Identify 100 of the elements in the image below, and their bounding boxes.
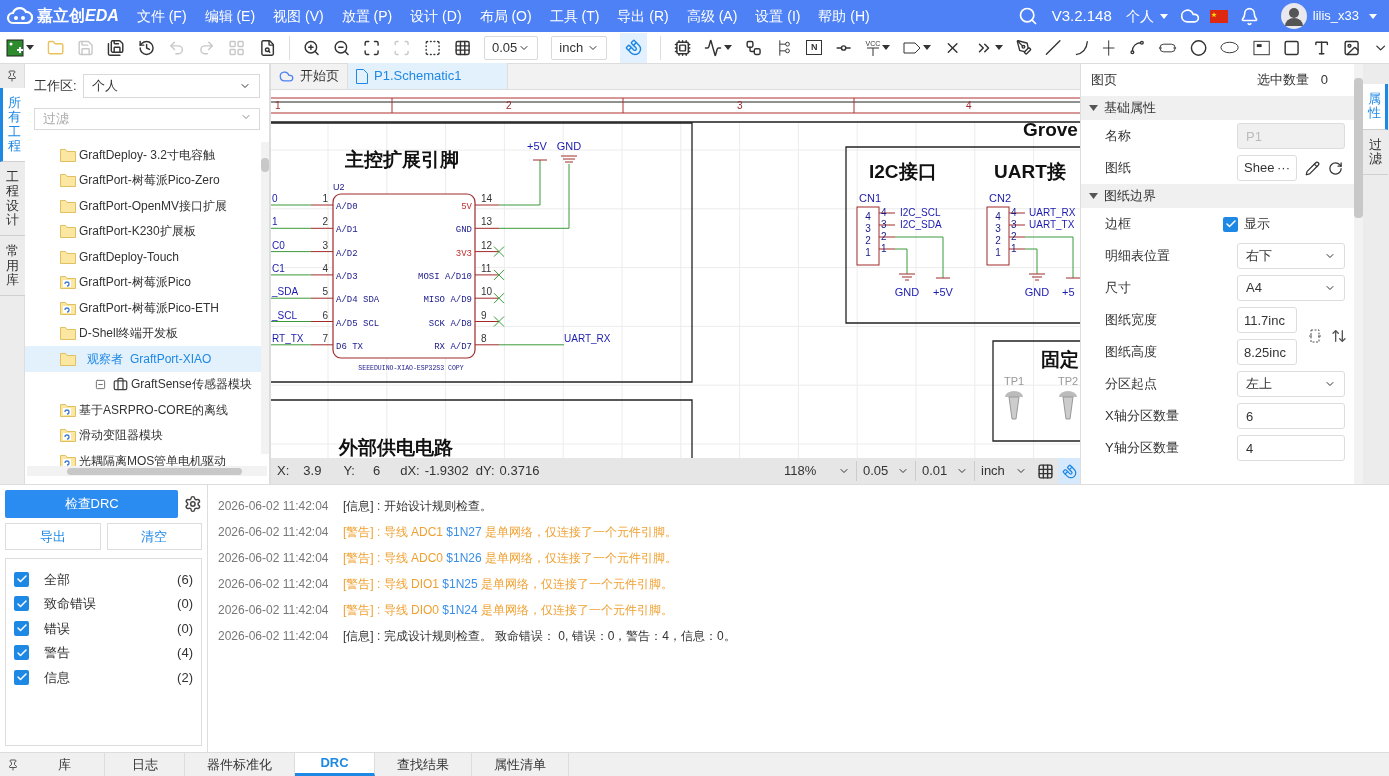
- vertical-scrollbar[interactable]: [261, 142, 269, 454]
- rectangle-icon[interactable]: [1282, 38, 1301, 57]
- project-tree-item[interactable]: GraftDeploy- 3.2寸电容触: [25, 142, 261, 168]
- side-tab[interactable]: 所有工程: [0, 88, 25, 163]
- workspace-dropdown[interactable]: 个人: [1125, 5, 1168, 27]
- checkbox[interactable]: [1223, 216, 1238, 232]
- menu-item[interactable]: 文件 (F): [128, 0, 195, 32]
- panel-tab[interactable]: DRC: [295, 753, 375, 776]
- project-tree-item[interactable]: GraftPort-OpenMV接口扩展: [25, 193, 261, 219]
- vertical-scrollbar[interactable]: [1354, 64, 1363, 484]
- grid-toggle-icon[interactable]: [1037, 462, 1054, 480]
- grid-size-select[interactable]: 0.05: [857, 461, 915, 481]
- cross-icon[interactable]: [1102, 38, 1116, 57]
- pin-icon[interactable]: [6, 758, 19, 771]
- swap-icon[interactable]: [1331, 328, 1347, 344]
- horizontal-scrollbar[interactable]: [27, 466, 267, 476]
- checkbox[interactable]: [14, 620, 29, 636]
- text-field[interactable]: 11.7inc: [1237, 307, 1297, 333]
- unit-select[interactable]: inch: [551, 35, 608, 60]
- project-tree-item[interactable]: GraftSense传感器模块: [25, 371, 261, 397]
- line-icon[interactable]: [1044, 39, 1062, 56]
- zoom-in-icon[interactable]: [302, 38, 320, 57]
- collapse-icon[interactable]: [95, 378, 106, 390]
- export-button[interactable]: 导出: [5, 523, 101, 550]
- unit-select[interactable]: inch: [975, 461, 1033, 481]
- panel-tab[interactable]: 日志: [105, 753, 185, 776]
- side-tab[interactable]: 工程设计: [0, 162, 25, 237]
- project-tree-item[interactable]: 滑动变阻器模块: [25, 422, 261, 448]
- image-icon[interactable]: [1343, 38, 1361, 57]
- history-icon[interactable]: [137, 38, 155, 57]
- wire-icon[interactable]: [745, 38, 763, 57]
- refresh-icon[interactable]: [1328, 160, 1343, 176]
- dropdown-select[interactable]: 右下: [1237, 243, 1345, 269]
- menu-item[interactable]: 设置 (I): [747, 0, 809, 32]
- menu-item[interactable]: 编辑 (E): [196, 0, 264, 32]
- port-icon[interactable]: [903, 41, 922, 54]
- checkbox[interactable]: [14, 571, 29, 587]
- settings-icon[interactable]: [184, 495, 202, 513]
- search-icon[interactable]: [1017, 6, 1038, 26]
- file-search-icon[interactable]: [258, 38, 276, 57]
- checkbox[interactable]: [14, 645, 29, 661]
- menu-item[interactable]: 导出 (R): [609, 0, 677, 32]
- section-header[interactable]: 基础属性: [1081, 96, 1354, 120]
- snap-toggle[interactable]: [1058, 458, 1080, 484]
- net-label-icon[interactable]: N: [805, 40, 823, 55]
- capsule-icon[interactable]: [1158, 41, 1178, 54]
- checkbox[interactable]: [14, 596, 29, 612]
- menu-item[interactable]: 工具 (T): [541, 0, 608, 32]
- dropdown-select[interactable]: A4: [1237, 275, 1345, 301]
- zoom-select[interactable]: 118%: [778, 461, 856, 481]
- project-tree-item[interactable]: 基于ASRPRO-CORE的离线: [25, 397, 261, 423]
- clear-button[interactable]: 清空: [106, 523, 202, 550]
- side-tab[interactable]: 属性: [1363, 84, 1388, 130]
- project-tree-item[interactable]: GraftDeploy-Touch: [25, 244, 261, 270]
- sheet-select[interactable]: Shee ···: [1237, 155, 1297, 181]
- project-tree-item[interactable]: GraftPort-K230扩展板: [25, 218, 261, 244]
- menu-item[interactable]: 放置 (P): [333, 0, 401, 32]
- pin-icon[interactable]: [6, 70, 18, 82]
- dropdown-select[interactable]: 左上: [1237, 371, 1345, 397]
- section-header[interactable]: 图纸边界: [1081, 184, 1354, 208]
- text-field[interactable]: 8.25inc: [1237, 339, 1297, 365]
- frame-icon[interactable]: [1252, 39, 1270, 56]
- probe-icon[interactable]: [1015, 39, 1032, 56]
- panel-tab[interactable]: 库: [25, 753, 105, 776]
- snap-size-select[interactable]: 0.01: [916, 461, 974, 481]
- menu-item[interactable]: 帮助 (H): [810, 0, 878, 32]
- circle-icon[interactable]: [1190, 38, 1208, 57]
- edit-icon[interactable]: [1305, 160, 1320, 176]
- project-tree-item[interactable]: GraftPort-树莓派Pico: [25, 269, 261, 295]
- text-field[interactable]: 6: [1237, 403, 1345, 429]
- checkbox[interactable]: [14, 669, 29, 685]
- cloud-sync-icon[interactable]: [1179, 6, 1200, 26]
- panel-tab[interactable]: 查找结果: [375, 753, 472, 776]
- workspace-select[interactable]: 个人: [82, 74, 260, 98]
- grid-size-select[interactable]: 0.05: [484, 35, 539, 60]
- project-tree-item[interactable]: GraftPort-树莓派Pico-Zero: [25, 167, 261, 193]
- notification-bell-icon[interactable]: [1239, 6, 1259, 26]
- project-tree-item[interactable]: D-Shell终端开发板: [25, 320, 261, 346]
- save-all-icon[interactable]: [107, 38, 125, 57]
- flag-icon[interactable]: [1209, 9, 1228, 23]
- side-tab[interactable]: 常用库: [0, 236, 25, 297]
- fit-view-icon[interactable]: [363, 38, 381, 57]
- zoom-out-icon[interactable]: [332, 38, 351, 57]
- grid-table-icon[interactable]: [453, 38, 471, 57]
- arc-icon[interactable]: [1074, 39, 1090, 56]
- menu-item[interactable]: 高级 (A): [678, 0, 746, 32]
- text-field[interactable]: 4: [1237, 435, 1345, 461]
- snap-toggle[interactable]: [620, 32, 648, 63]
- new-project-icon[interactable]: [6, 38, 24, 57]
- selection-icon[interactable]: [423, 38, 441, 57]
- ellipse-icon[interactable]: [1220, 41, 1240, 54]
- menu-item[interactable]: 布局 (O): [471, 0, 540, 32]
- menu-item[interactable]: 设计 (D): [402, 0, 470, 32]
- bezier-icon[interactable]: [1128, 39, 1146, 56]
- menu-item[interactable]: 视图 (V): [265, 0, 332, 32]
- user-avatar[interactable]: [1280, 3, 1307, 29]
- chip-icon[interactable]: [674, 38, 692, 57]
- user-menu[interactable]: lilis_x33: [1312, 6, 1377, 26]
- project-tree-item[interactable]: GraftPort-树莓派Pico-ETH: [25, 295, 261, 321]
- panel-tab[interactable]: 属性清单: [472, 753, 569, 776]
